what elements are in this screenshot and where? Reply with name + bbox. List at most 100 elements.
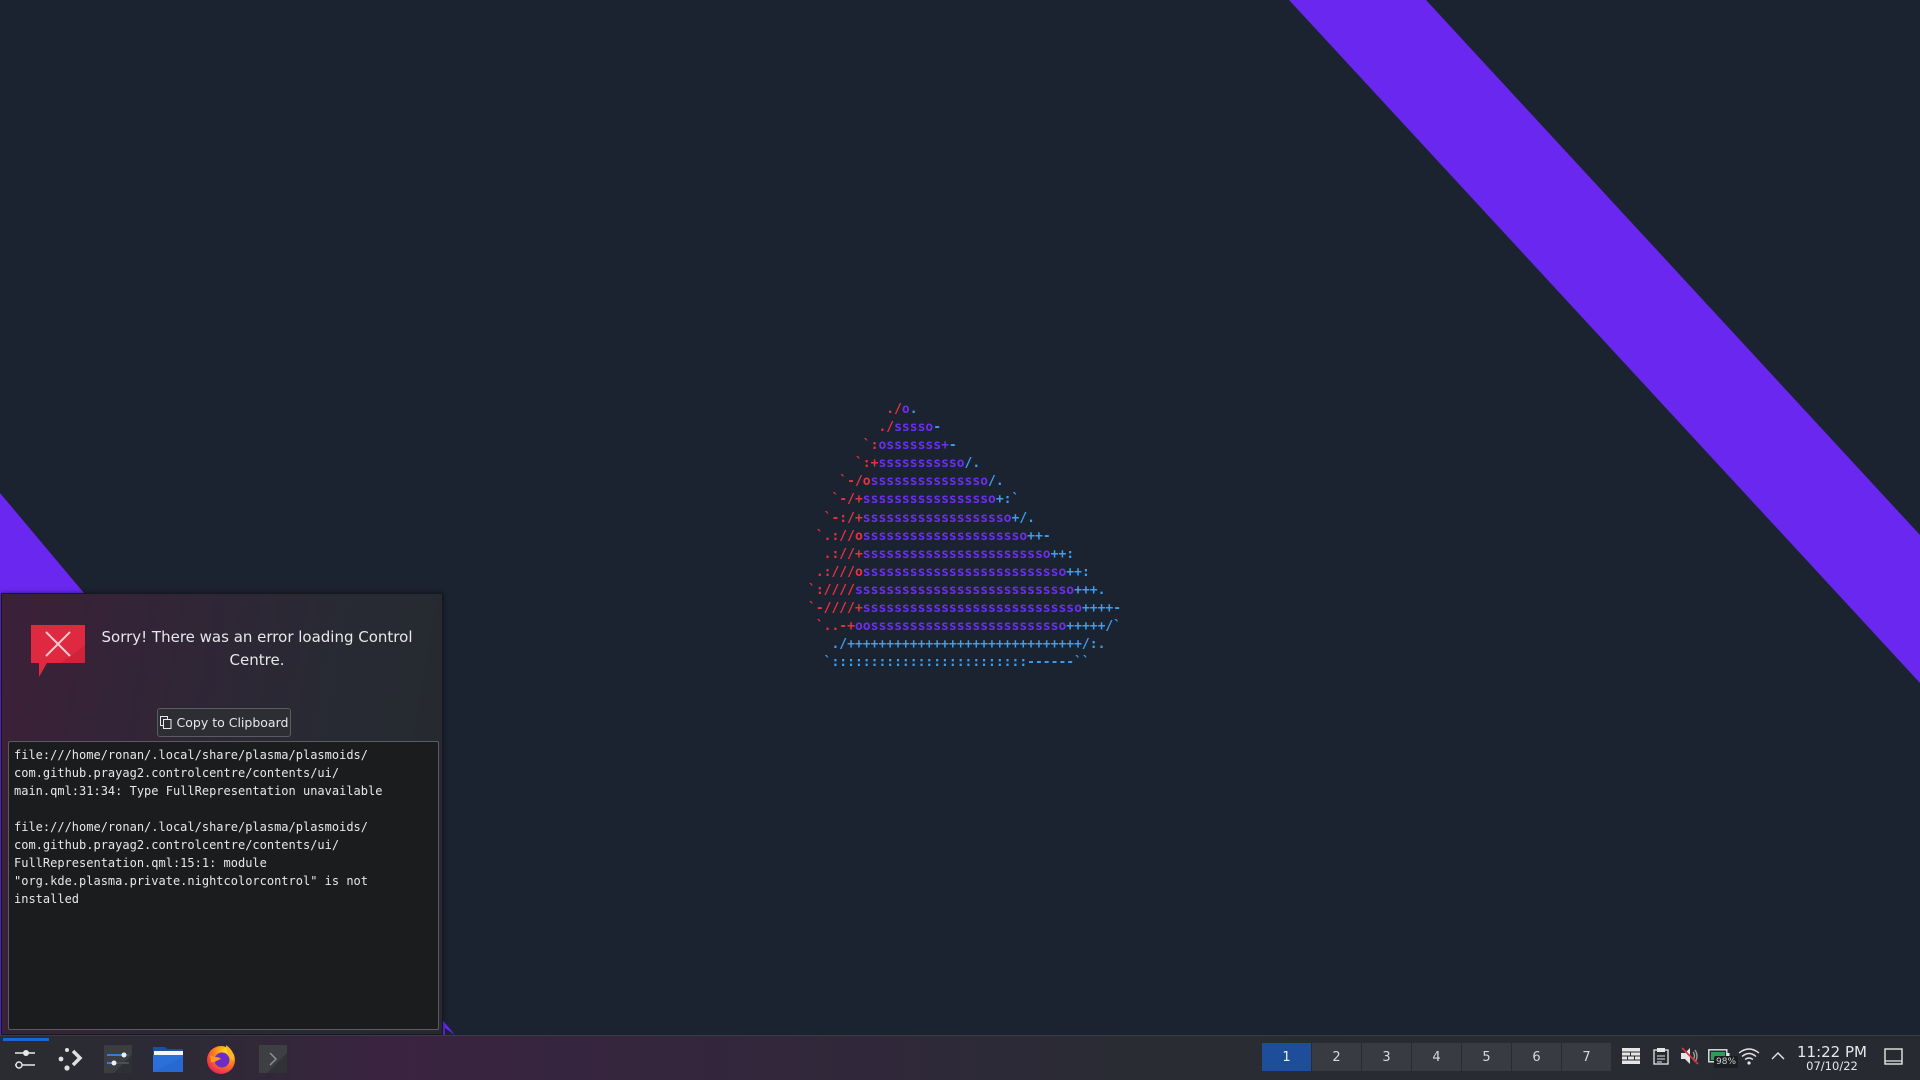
copy-icon	[159, 716, 172, 729]
ascii-logo-segment: +++++/`	[1066, 619, 1122, 635]
ascii-logo-segment: sssssssssssssssso	[862, 492, 996, 508]
file-manager-launcher[interactable]	[149, 1040, 189, 1078]
ascii-logo-segment: .:///o	[808, 564, 863, 580]
ascii-logo-line: ./o.	[808, 402, 918, 417]
show-desktop-icon	[1884, 1048, 1903, 1065]
ascii-logo-segment: ./++++++++++++++++++++++++++++++/:.	[808, 637, 1106, 653]
ascii-logo-segment: -	[948, 438, 957, 454]
ascii-logo-segment: ssssssssssssssssssssssssssso	[862, 601, 1082, 617]
ascii-logo-segment: sssssssssso	[878, 456, 965, 472]
ascii-logo-line: ./sssso-	[808, 420, 941, 435]
ascii-logo-segment: ++:	[1050, 546, 1075, 562]
virtual-desktop-6[interactable]: 6	[1512, 1043, 1561, 1071]
virtual-desktop-3[interactable]: 3	[1362, 1043, 1411, 1071]
ascii-logo-line: `-////+ssssssssssssssssssssssssssso++++-	[808, 601, 1121, 616]
ascii-logo-segment: `-////+	[808, 601, 863, 617]
ascii-logo-line: .:///ossssssssssssssssssssssssso++:	[808, 565, 1090, 580]
ascii-logo-segment: ./	[808, 402, 902, 417]
network-tray[interactable]	[1738, 1044, 1760, 1068]
keyboard-layout-icon	[1622, 1048, 1640, 1064]
ascii-logo-line: `..-+oosssssssssssssssssssssssso+++++/`	[808, 619, 1121, 634]
ascii-logo-line: `-/osssssssssssssso/.	[808, 474, 1004, 490]
error-message: Sorry! There was an error loading Contro…	[101, 628, 413, 669]
distro-ascii-logo: ./o. ./sssso- `:osssssss+- `:+ssssssssss…	[808, 401, 1121, 672]
wifi-icon	[1738, 1048, 1760, 1065]
ascii-logo-line: .://+ssssssssssssssssssssssso++:	[808, 547, 1074, 562]
ascii-logo-segment: .://+	[808, 546, 863, 562]
chevron-up-icon	[1771, 1052, 1785, 1060]
virtual-desktop-5[interactable]: 5	[1462, 1043, 1511, 1071]
ascii-logo-segment: +/.	[1011, 510, 1035, 526]
ascii-logo-segment: +:`	[995, 492, 1020, 508]
application-launcher[interactable]	[50, 1040, 90, 1078]
ascii-logo-segment: sssssssssssssssssssso	[862, 528, 1028, 544]
folder-icon	[153, 1047, 183, 1072]
firefox-icon	[207, 1045, 235, 1074]
ascii-logo-line: ./++++++++++++++++++++++++++++++/:.	[808, 637, 1105, 652]
volume-muted-icon	[1681, 1047, 1699, 1065]
ascii-logo-segment: `-:/+	[808, 510, 863, 526]
virtual-desktop-1[interactable]: 1	[1262, 1043, 1311, 1071]
system-settings-launcher[interactable]	[98, 1040, 138, 1078]
ascii-logo-segment: .	[909, 402, 918, 417]
ascii-logo-segment: osssssss+	[878, 438, 949, 454]
error-log-text[interactable]: file:///home/ronan/.local/share/plasma/p…	[8, 741, 439, 1030]
firefox-launcher[interactable]	[201, 1040, 241, 1078]
ascii-logo-segment: ++:	[1066, 564, 1090, 580]
clock-date: 07/10/22	[1806, 1059, 1858, 1073]
ascii-logo-segment: +++.	[1074, 582, 1106, 598]
keyboard-layout-tray[interactable]	[1620, 1044, 1642, 1068]
terminal-icon	[259, 1045, 287, 1073]
ascii-logo-line: `:::::::::::::::::::::::::------``	[808, 655, 1090, 670]
ascii-logo-segment: `.://o	[808, 528, 863, 544]
ascii-logo-segment: `:////	[808, 582, 855, 598]
ascii-logo-line: `-:/+sssssssssssssssssso+/.	[808, 511, 1035, 526]
ascii-logo-line: `:+sssssssssso/.	[808, 456, 980, 471]
ascii-logo-line: `:////ssssssssssssssssssssssssssso+++.	[808, 583, 1105, 598]
ascii-logo-segment: `..-+	[808, 619, 855, 635]
ascii-logo-segment: ssssssssssssssssssssssssso	[862, 564, 1067, 580]
terminal-launcher[interactable]	[253, 1040, 293, 1078]
clipboard-tray[interactable]	[1650, 1044, 1672, 1068]
ascii-logo-segment: `-/o	[808, 474, 871, 490]
battery-percentage: 98%	[1714, 1056, 1739, 1068]
ascii-logo-segment: `:+	[808, 456, 879, 472]
show-desktop-button[interactable]	[1883, 1046, 1905, 1068]
ascii-logo-segment: `:::::::::::::::::::::::::------``	[808, 655, 1090, 671]
ascii-logo-segment: ./	[808, 420, 895, 436]
control-centre-error-popup: Sorry! There was an error loading Contro…	[1, 593, 443, 1035]
virtual-desktop-2[interactable]: 2	[1312, 1043, 1361, 1071]
ascii-logo-line: `.://osssssssssssssssssssso++-	[808, 529, 1051, 544]
control-centre-launcher[interactable]	[5, 1040, 45, 1078]
ascii-logo-segment: `-/+	[808, 492, 863, 508]
sliders-icon	[15, 1050, 35, 1069]
ascii-logo-segment: ssssssssssssssssssssssssssso	[854, 582, 1075, 598]
ascii-logo-segment: ++++-	[1081, 601, 1122, 617]
clipboard-icon	[1653, 1048, 1669, 1065]
ascii-logo-segment: o	[901, 402, 910, 417]
copy-to-clipboard-button[interactable]: Copy to Clipboard	[157, 708, 291, 737]
settings-sliders-icon	[104, 1045, 132, 1073]
virtual-desktop-4[interactable]: 4	[1412, 1043, 1461, 1071]
ascii-logo-segment: sssso	[894, 420, 934, 436]
virtual-desktop-pager: 1234567	[1262, 1043, 1611, 1071]
expand-tray-button[interactable]	[1767, 1044, 1789, 1068]
ascii-logo-segment: /.	[988, 474, 1004, 490]
ascii-logo-segment: /.	[964, 456, 981, 472]
error-icon	[31, 625, 85, 677]
volume-tray[interactable]	[1679, 1044, 1701, 1068]
virtual-desktop-7[interactable]: 7	[1562, 1043, 1611, 1071]
ascii-logo-segment: sssssssssssssso	[870, 474, 989, 490]
copy-to-clipboard-label: Copy to Clipboard	[176, 715, 289, 730]
ascii-logo-segment: ++-	[1027, 528, 1051, 544]
wallpaper-stripe	[1289, 0, 1920, 683]
launcher-dots-arrow-icon	[58, 1048, 83, 1071]
ascii-logo-segment: sssssssssssssssssso	[862, 510, 1012, 526]
ascii-logo-segment: `:	[808, 438, 879, 454]
ascii-logo-segment: -	[933, 420, 942, 436]
ascii-logo-line: `-/+sssssssssssssssso+:`	[808, 492, 1019, 507]
ascii-logo-segment: ssssssssssssssssssssssso	[862, 546, 1051, 562]
taskbar: 1234567 98% 11:22 PM 07/10/22	[0, 1035, 1920, 1080]
digital-clock[interactable]: 11:22 PM 07/10/22	[1792, 1044, 1872, 1073]
ascii-logo-segment: oosssssssssssssssssssssssso	[854, 619, 1067, 635]
